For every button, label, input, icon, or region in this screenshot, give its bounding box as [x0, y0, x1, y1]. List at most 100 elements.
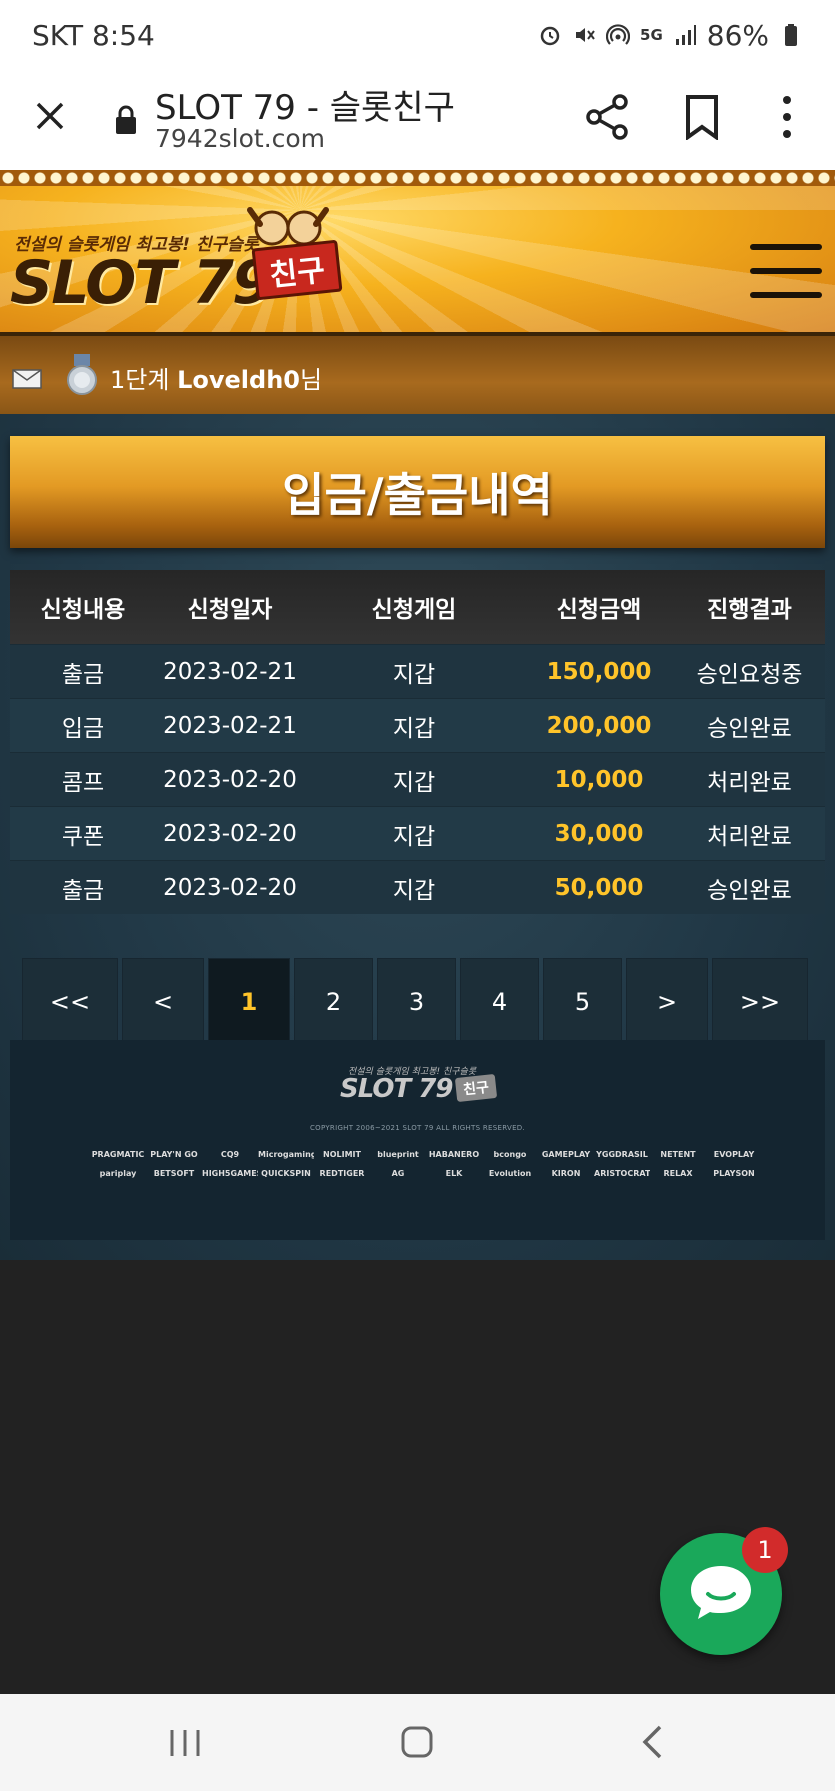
- history-table: 신청내용 신청일자 신청게임 신청금액 진행결과 출금 2023-02-21 지…: [10, 570, 825, 914]
- cell-date: 2023-02-21: [163, 658, 297, 685]
- site-logo[interactable]: SLOT 79: [10, 248, 274, 318]
- cell-result: 처리완료: [707, 823, 792, 850]
- page-title-bar: 입금/출금내역: [10, 436, 825, 548]
- mute-icon: [576, 28, 595, 42]
- page-next-button[interactable]: >: [626, 958, 708, 1046]
- cell-result: 승인완료: [707, 715, 792, 742]
- provider-logo: RELAX: [663, 1169, 693, 1178]
- pagination: << < 1 2 3 4 5 > >>: [22, 958, 808, 1046]
- header-marquee-lights: [0, 170, 835, 186]
- recent-apps-icon[interactable]: [168, 1728, 202, 1758]
- browser-toolbar: SLOT 79 - 슬롯친구 7942slot.com: [0, 70, 835, 170]
- lock-icon: [116, 105, 136, 134]
- provider-logo: GAMEPLAY: [541, 1150, 591, 1159]
- battery-icon: [785, 24, 797, 46]
- col-type: 신청내용: [40, 597, 126, 623]
- table-header: 신청내용 신청일자 신청게임 신청금액 진행결과: [10, 570, 825, 644]
- back-icon[interactable]: [640, 1724, 664, 1760]
- status-bar: SKT 8:54 5G 86%: [0, 0, 835, 70]
- provider-logo: HIGH5GAMES: [202, 1169, 258, 1178]
- cell-date: 2023-02-21: [163, 712, 297, 739]
- page-button-1[interactable]: 1: [208, 958, 290, 1046]
- cell-amount: 50,000: [554, 874, 644, 901]
- page-prev-button[interactable]: <: [122, 958, 204, 1046]
- close-icon[interactable]: [30, 96, 70, 136]
- cell-result: 승인요청중: [696, 661, 803, 688]
- user-name: Loveldh0: [177, 366, 300, 394]
- share-icon[interactable]: [582, 92, 632, 142]
- signal-icon: [675, 25, 696, 45]
- page-button-5[interactable]: 5: [543, 958, 622, 1046]
- cell-amount: 10,000: [554, 766, 644, 793]
- footer-logo: SLOT 79: [340, 1074, 453, 1104]
- cell-type: 쿠폰: [61, 823, 105, 850]
- col-amount: 신청금액: [556, 597, 642, 623]
- cell-game: 지갑: [392, 715, 436, 742]
- page-button-4[interactable]: 4: [460, 958, 539, 1046]
- table-row: 출금 2023-02-21 지갑 150,000 승인요청중: [10, 644, 825, 698]
- provider-logo: PLAY'N GO: [150, 1150, 198, 1159]
- mail-icon[interactable]: [12, 369, 42, 389]
- browser-url[interactable]: 7942slot.com: [155, 124, 325, 153]
- logo-badge: 친구: [251, 239, 343, 301]
- page-title: 입금/출금내역: [282, 468, 553, 522]
- cell-game: 지갑: [392, 823, 436, 850]
- cell-amount: 150,000: [546, 658, 652, 685]
- user-info-bar: 1단계 Loveldh0님: [0, 336, 835, 416]
- table-row: 출금 2023-02-20 지갑 50,000 승인완료: [10, 860, 825, 914]
- provider-logo: Microgaming: [258, 1150, 314, 1159]
- status-carrier-time: SKT 8:54: [32, 18, 155, 52]
- provider-logo: BETSOFT: [153, 1169, 195, 1178]
- col-result: 진행결과: [707, 597, 792, 623]
- home-icon[interactable]: [400, 1724, 434, 1760]
- table-body: 출금 2023-02-21 지갑 150,000 승인요청중 입금 2023-0…: [10, 644, 825, 914]
- user-greeting: 1단계 Loveldh0님: [110, 360, 322, 395]
- provider-logo: PRAGMATIC: [91, 1150, 145, 1159]
- provider-logos: PRAGMATIC PLAY'N GO CQ9 Microgaming NOLI…: [90, 1150, 770, 1178]
- page-button-3[interactable]: 3: [377, 958, 456, 1046]
- provider-logo: pariplay: [99, 1169, 137, 1178]
- provider-logo: HABANERO: [428, 1150, 480, 1159]
- table-row: 쿠폰 2023-02-20 지갑 30,000 처리완료: [10, 806, 825, 860]
- provider-logo: QUICKSPIN: [261, 1169, 311, 1178]
- bookmark-icon[interactable]: [682, 94, 722, 140]
- chat-bubble-icon: [691, 1566, 751, 1619]
- cell-type: 입금: [61, 715, 105, 742]
- menu-hamburger-icon[interactable]: [750, 244, 822, 298]
- level-medal-icon: [67, 354, 97, 395]
- provider-logo: KIRON: [551, 1169, 581, 1178]
- cell-game: 지갑: [392, 877, 436, 904]
- cell-amount: 30,000: [554, 820, 644, 847]
- page-last-button[interactable]: >>: [712, 958, 808, 1046]
- site-footer: 전설의 슬롯게임 최고봉! 친구슬롯 SLOT 79 친구 COPYRIGHT …: [10, 1040, 825, 1240]
- col-game: 신청게임: [371, 597, 457, 623]
- provider-logo: Evolution: [488, 1169, 532, 1178]
- cell-date: 2023-02-20: [163, 820, 297, 847]
- provider-logo: EVOPLAY: [713, 1150, 755, 1159]
- cell-game: 지갑: [392, 769, 436, 796]
- provider-logo: ELK: [445, 1169, 463, 1178]
- alarm-icon: [540, 26, 560, 46]
- user-level: 1단계: [110, 366, 170, 394]
- cell-game: 지갑: [392, 661, 436, 688]
- provider-logo: bcongo: [493, 1150, 527, 1159]
- cell-date: 2023-02-20: [163, 874, 297, 901]
- hotspot-icon: [606, 24, 631, 45]
- cell-type: 출금: [61, 661, 105, 688]
- table-row: 콤프 2023-02-20 지갑 10,000 처리완료: [10, 752, 825, 806]
- chat-notification-badge: 1: [742, 1527, 788, 1573]
- system-navigation-bar: [0, 1694, 835, 1791]
- provider-logo: CQ9: [220, 1150, 240, 1159]
- footer-logo-badge: 친구: [454, 1073, 498, 1103]
- more-options-icon[interactable]: [775, 92, 799, 142]
- provider-logo: NOLIMIT: [323, 1150, 361, 1159]
- cell-type: 출금: [61, 877, 105, 904]
- cell-date: 2023-02-20: [163, 766, 297, 793]
- page-first-button[interactable]: <<: [22, 958, 118, 1046]
- battery-percent: 86%: [706, 18, 769, 52]
- network-type: 5G: [640, 26, 663, 44]
- page-button-2[interactable]: 2: [294, 958, 373, 1046]
- provider-logo: YGGDRASIL: [596, 1150, 648, 1159]
- provider-logo: PLAYSON: [713, 1169, 755, 1178]
- main-content: 입금/출금내역 신청내용 신청일자 신청게임 신청금액 진행결과 출금 2023…: [0, 414, 835, 1260]
